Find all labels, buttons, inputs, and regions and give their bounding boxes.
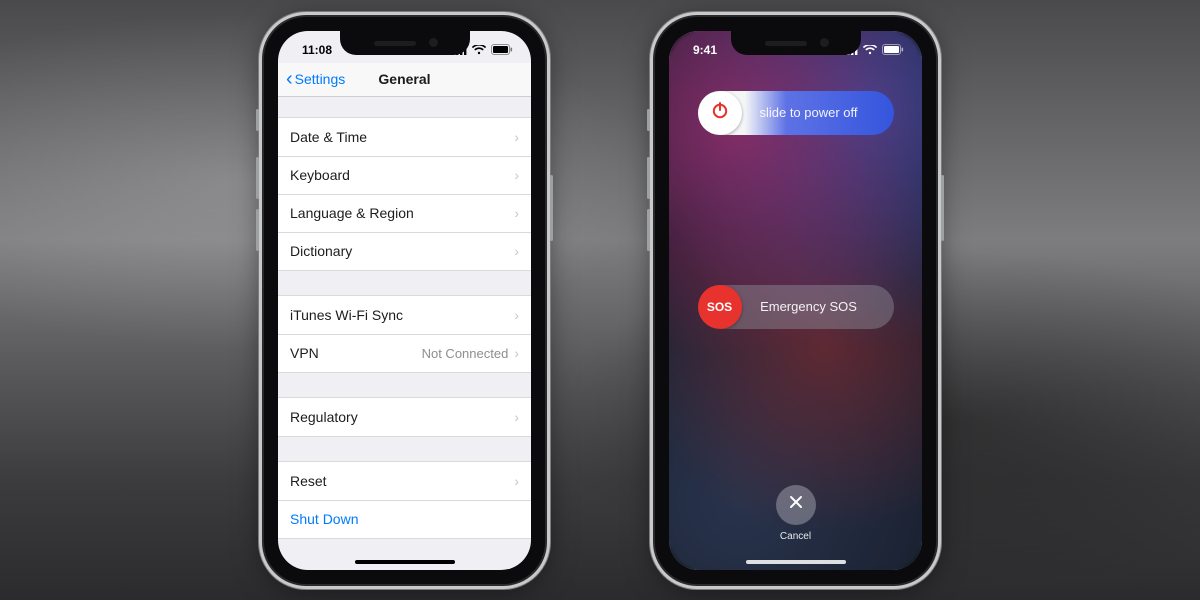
row-regulatory[interactable]: Regulatory › bbox=[278, 398, 531, 436]
back-label: Settings bbox=[295, 71, 346, 87]
row-shut-down[interactable]: Shut Down bbox=[278, 500, 531, 538]
cancel-label: Cancel bbox=[669, 531, 922, 542]
power-off-screen: 9:41 slide to power bbox=[669, 31, 922, 570]
chevron-right-icon: › bbox=[514, 243, 519, 259]
emergency-sos-slider[interactable]: SOS Emergency SOS bbox=[698, 285, 894, 329]
wifi-icon bbox=[472, 45, 486, 55]
power-slider-label: slide to power off bbox=[742, 105, 894, 120]
chevron-right-icon: › bbox=[514, 129, 519, 145]
slide-to-power-off[interactable]: slide to power off bbox=[698, 91, 894, 135]
page-title: General bbox=[378, 71, 430, 87]
settings-screen: 11:08 ‹ Settings General bbox=[278, 31, 531, 570]
notch bbox=[731, 31, 861, 55]
chevron-right-icon: › bbox=[514, 473, 519, 489]
chevron-right-icon: › bbox=[514, 409, 519, 425]
back-button[interactable]: ‹ Settings bbox=[286, 69, 345, 89]
chevron-right-icon: › bbox=[514, 167, 519, 183]
status-time: 9:41 bbox=[687, 37, 717, 57]
row-itunes-wifi-sync[interactable]: iTunes Wi-Fi Sync › bbox=[278, 296, 531, 334]
sos-slider-thumb[interactable]: SOS bbox=[698, 285, 742, 329]
row-dictionary[interactable]: Dictionary › bbox=[278, 232, 531, 270]
chevron-right-icon: › bbox=[514, 205, 519, 221]
chevron-left-icon: ‹ bbox=[286, 69, 293, 89]
row-keyboard[interactable]: Keyboard › bbox=[278, 156, 531, 194]
close-icon bbox=[788, 494, 804, 515]
row-language-region[interactable]: Language & Region › bbox=[278, 194, 531, 232]
battery-icon bbox=[491, 44, 513, 55]
wifi-icon bbox=[863, 45, 877, 55]
power-slider-thumb[interactable] bbox=[698, 91, 742, 135]
chevron-right-icon: › bbox=[514, 307, 519, 323]
iphone-settings: 11:08 ‹ Settings General bbox=[264, 17, 545, 584]
status-time: 11:08 bbox=[296, 37, 332, 57]
notch bbox=[340, 31, 470, 55]
row-reset[interactable]: Reset › bbox=[278, 462, 531, 500]
home-indicator[interactable] bbox=[746, 560, 846, 564]
battery-icon bbox=[882, 44, 904, 55]
home-indicator[interactable] bbox=[355, 560, 455, 564]
row-date-time[interactable]: Date & Time › bbox=[278, 118, 531, 156]
vpn-status: Not Connected bbox=[422, 346, 509, 361]
iphone-power-off: 9:41 slide to power bbox=[655, 17, 936, 584]
row-vpn[interactable]: VPN Not Connected › bbox=[278, 334, 531, 372]
sos-slider-label: Emergency SOS bbox=[742, 299, 894, 314]
power-icon bbox=[710, 100, 730, 125]
nav-bar: ‹ Settings General bbox=[278, 63, 531, 97]
sos-icon: SOS bbox=[707, 300, 732, 314]
chevron-right-icon: › bbox=[514, 345, 519, 361]
cancel-button[interactable] bbox=[776, 485, 816, 525]
